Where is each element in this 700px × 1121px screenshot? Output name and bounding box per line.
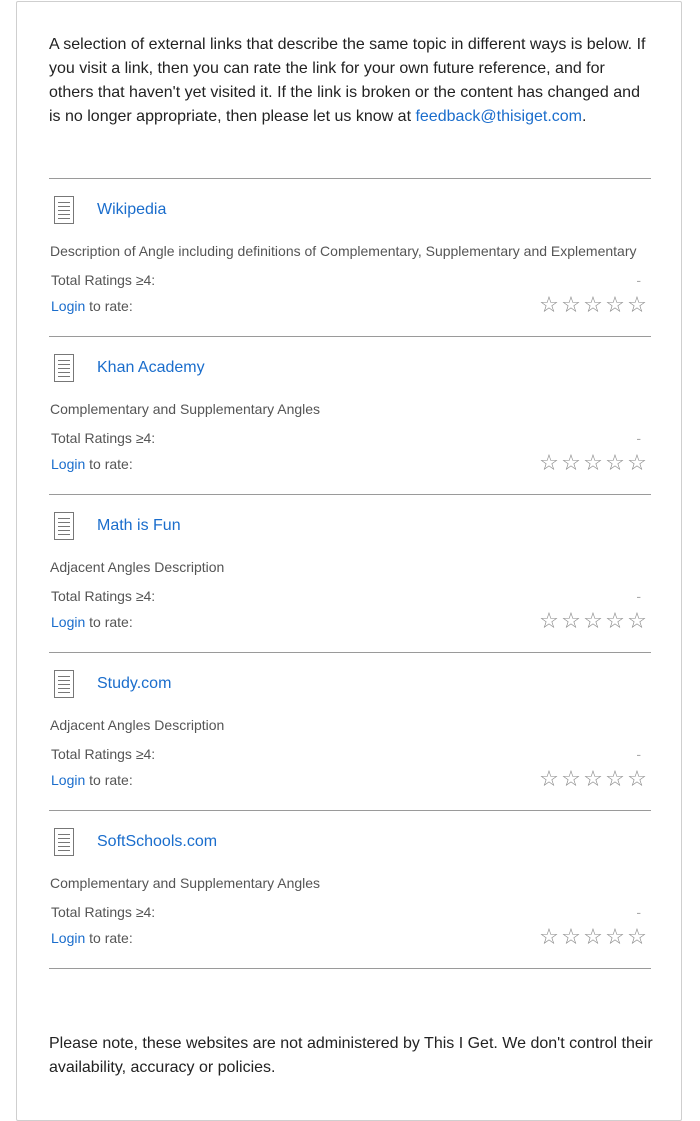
link-title[interactable]: SoftSchools.com [97,833,217,851]
star-rating: ☆ ☆ ☆ ☆ ☆ [538,925,648,949]
login-to-rate: Login to rate: [51,772,133,788]
intro-paragraph: A selection of external links that descr… [49,33,653,129]
star-rating: ☆ ☆ ☆ ☆ ☆ [538,767,648,791]
link-title[interactable]: Khan Academy [97,359,205,377]
total-ratings-value: - [636,430,641,446]
star-icon[interactable]: ☆ [560,925,582,949]
total-ratings-value: - [636,746,641,762]
star-icon[interactable]: ☆ [560,293,582,317]
star-rating: ☆ ☆ ☆ ☆ ☆ [538,451,648,475]
login-link[interactable]: Login [51,614,85,630]
link-description: Adjacent Angles Description [50,559,225,575]
star-rating: ☆ ☆ ☆ ☆ ☆ [538,293,648,317]
link-title[interactable]: Wikipedia [97,201,166,219]
login-to-rate: Login to rate: [51,614,133,630]
document-icon [54,828,74,856]
total-ratings-value: - [636,904,641,920]
link-item: Math is Fun Adjacent Angles Description … [49,494,651,652]
document-icon [54,670,74,698]
total-ratings-label: Total Ratings ≥4: [51,746,156,762]
star-icon[interactable]: ☆ [626,925,648,949]
star-rating: ☆ ☆ ☆ ☆ ☆ [538,609,648,633]
star-icon[interactable]: ☆ [560,451,582,475]
feedback-email-link[interactable]: feedback@thisiget.com [415,108,582,125]
star-icon[interactable]: ☆ [538,767,560,791]
star-icon[interactable]: ☆ [626,767,648,791]
intro-period: . [582,108,587,125]
to-rate-label: to rate: [85,456,133,472]
star-icon[interactable]: ☆ [538,925,560,949]
total-ratings-value: - [636,272,641,288]
login-link[interactable]: Login [51,456,85,472]
star-icon[interactable]: ☆ [604,767,626,791]
to-rate-label: to rate: [85,614,133,630]
star-icon[interactable]: ☆ [582,767,604,791]
link-description: Description of Angle including definitio… [50,243,637,259]
total-ratings-value: - [636,588,641,604]
star-icon[interactable]: ☆ [604,609,626,633]
star-icon[interactable]: ☆ [560,609,582,633]
link-description: Complementary and Supplementary Angles [50,401,321,417]
link-title[interactable]: Study.com [97,675,171,693]
link-item: Wikipedia Description of Angle including… [49,178,651,336]
star-icon[interactable]: ☆ [560,767,582,791]
link-description: Complementary and Supplementary Angles [50,875,321,891]
link-title[interactable]: Math is Fun [97,517,181,535]
link-item: Study.com Adjacent Angles Description To… [49,652,651,810]
total-ratings-label: Total Ratings ≥4: [51,904,156,920]
total-ratings-label: Total Ratings ≥4: [51,588,156,604]
document-icon [54,196,74,224]
star-icon[interactable]: ☆ [582,451,604,475]
star-icon[interactable]: ☆ [626,451,648,475]
star-icon[interactable]: ☆ [604,451,626,475]
link-item: SoftSchools.com Complementary and Supple… [49,810,651,969]
star-icon[interactable]: ☆ [582,925,604,949]
document-icon [54,354,74,382]
link-item: Khan Academy Complementary and Supplemen… [49,336,651,494]
login-to-rate: Login to rate: [51,298,133,314]
total-ratings-label: Total Ratings ≥4: [51,272,156,288]
star-icon[interactable]: ☆ [538,451,560,475]
star-icon[interactable]: ☆ [538,609,560,633]
star-icon[interactable]: ☆ [604,925,626,949]
login-link[interactable]: Login [51,772,85,788]
total-ratings-label: Total Ratings ≥4: [51,430,156,446]
to-rate-label: to rate: [85,930,133,946]
star-icon[interactable]: ☆ [582,293,604,317]
to-rate-label: to rate: [85,772,133,788]
login-to-rate: Login to rate: [51,456,133,472]
login-link[interactable]: Login [51,930,85,946]
to-rate-label: to rate: [85,298,133,314]
star-icon[interactable]: ☆ [582,609,604,633]
login-link[interactable]: Login [51,298,85,314]
link-description: Adjacent Angles Description [50,717,225,733]
document-icon [54,512,74,540]
star-icon[interactable]: ☆ [626,293,648,317]
link-list: Wikipedia Description of Angle including… [49,178,651,969]
star-icon[interactable]: ☆ [626,609,648,633]
star-icon[interactable]: ☆ [538,293,560,317]
star-icon[interactable]: ☆ [604,293,626,317]
login-to-rate: Login to rate: [51,930,133,946]
footer-note: Please note, these websites are not admi… [49,1035,653,1076]
